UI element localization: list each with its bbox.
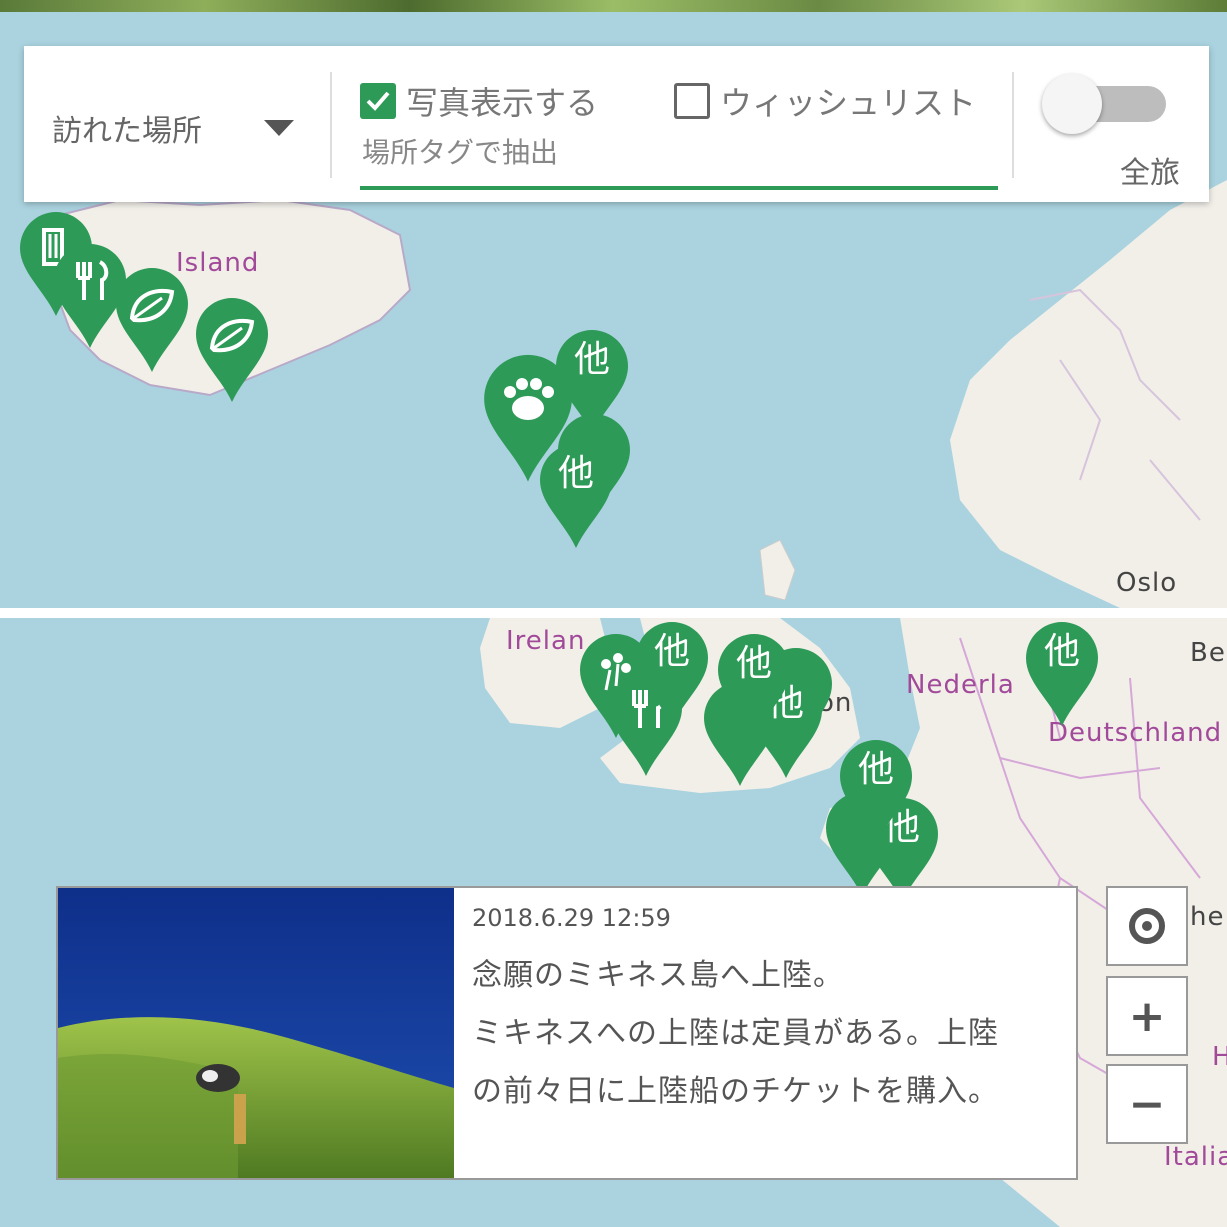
map-label-italia: Italia bbox=[1164, 1142, 1227, 1172]
photo-strip bbox=[0, 0, 1227, 12]
popup-text-line: 念願のミキネス島へ上陸。 bbox=[472, 958, 844, 993]
map-label-nederland: Nederla bbox=[906, 670, 1015, 700]
wishlist-label: ウィッシュリスト bbox=[720, 84, 977, 122]
toolbar-divider bbox=[330, 72, 332, 178]
pin-label-other: 他 bbox=[653, 631, 690, 672]
tag-filter-field[interactable] bbox=[360, 136, 998, 190]
popup-text-line: の前々日に上陸船のチケットを購入。 bbox=[472, 1074, 999, 1109]
map-label-he: he bbox=[1190, 902, 1225, 932]
popup-date: 2018.6.29 12:59 bbox=[472, 904, 671, 932]
pin-label-other: 他 bbox=[735, 643, 772, 684]
map-pin-other[interactable]: 他 bbox=[1022, 618, 1102, 728]
popup-photo[interactable] bbox=[58, 888, 454, 1178]
locate-button[interactable] bbox=[1106, 886, 1188, 966]
zoom-in-button[interactable]: + bbox=[1106, 976, 1188, 1056]
wishlist-checkbox[interactable] bbox=[674, 83, 710, 119]
map-label-be: Be bbox=[1190, 638, 1226, 668]
locate-icon bbox=[1129, 908, 1165, 944]
show-photos-label: 写真表示する bbox=[406, 84, 599, 122]
panel-divider bbox=[0, 608, 1227, 618]
show-photos-checkbox[interactable] bbox=[360, 83, 396, 119]
map-label-ireland: Irelan bbox=[506, 626, 586, 656]
popup-text-line: ミキネスへの上陸は定員がある。上陸 bbox=[472, 1016, 999, 1051]
pin-label-other: 他 bbox=[857, 749, 894, 790]
pin-label-other: 他 bbox=[557, 453, 594, 494]
show-photos-option[interactable]: 写真表示する bbox=[360, 78, 598, 124]
all-trips-label: 全旅 bbox=[1120, 156, 1180, 191]
photo-image bbox=[58, 888, 454, 1178]
map-pin-leaf[interactable] bbox=[112, 264, 192, 374]
map-top-panel[interactable]: Island Oslo 訪れた場所 写真表示する ウィッシュリスト 全旅 bbox=[0, 0, 1227, 608]
map-pin-other[interactable]: 他 bbox=[536, 440, 616, 550]
leaf-icon bbox=[129, 288, 175, 323]
dropdown-arrow-icon[interactable] bbox=[264, 120, 294, 136]
pin-label-other: 他 bbox=[1043, 631, 1080, 672]
map-pin-leaf[interactable] bbox=[192, 294, 272, 404]
checkmark-icon bbox=[366, 91, 390, 111]
place-popup[interactable]: 2018.6.29 12:59 念願のミキネス島へ上陸。 ミキネスへの上陸は定員… bbox=[56, 886, 1078, 1180]
place-type-dropdown[interactable]: 訪れた場所 bbox=[52, 106, 202, 150]
zoom-out-button[interactable]: − bbox=[1106, 1064, 1188, 1144]
map-label-h: H bbox=[1212, 1042, 1227, 1072]
toggle-knob[interactable] bbox=[1042, 74, 1102, 134]
map-toolbar: 訪れた場所 写真表示する ウィッシュリスト 全旅 bbox=[24, 46, 1209, 202]
wishlist-option[interactable]: ウィッシュリスト bbox=[674, 78, 976, 124]
all-trips-toggle[interactable] bbox=[1042, 74, 1166, 134]
tag-filter-input[interactable] bbox=[360, 136, 994, 169]
toolbar-divider bbox=[1012, 72, 1014, 178]
map-bottom-panel[interactable]: Irelan on Nederla Deutschland Be he Ital… bbox=[0, 618, 1227, 1227]
map-label-oslo: Oslo bbox=[1116, 568, 1178, 598]
map-pin-other[interactable]: 他 bbox=[714, 630, 794, 740]
map-pin-other[interactable]: 他 bbox=[836, 736, 916, 846]
leaf-icon bbox=[209, 318, 255, 353]
